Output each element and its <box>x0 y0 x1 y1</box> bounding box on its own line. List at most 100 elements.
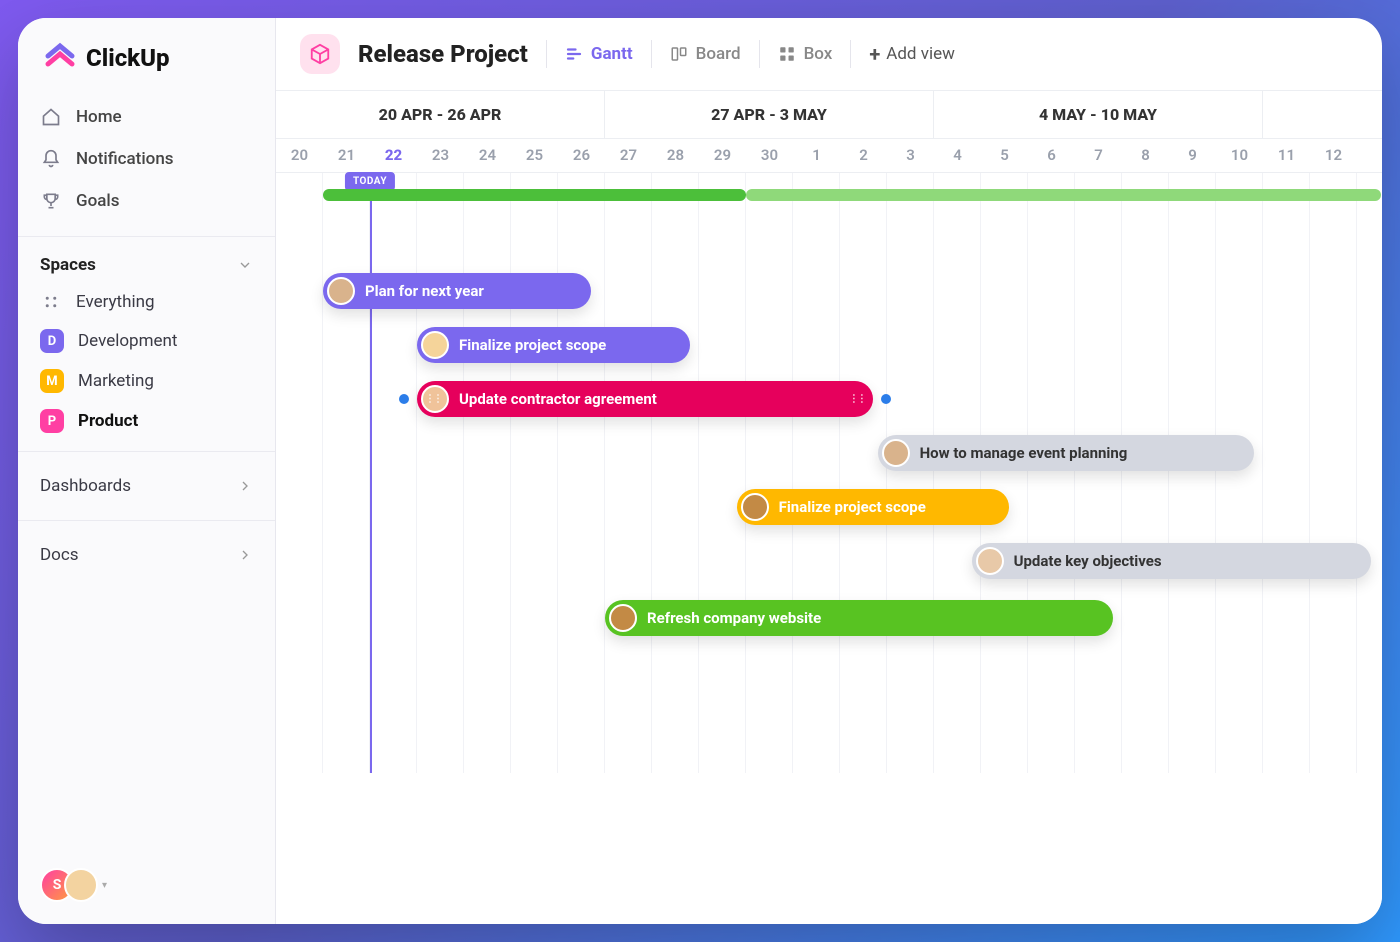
timeline-day[interactable]: 30 <box>746 139 793 172</box>
timeline-day[interactable]: 21 <box>323 139 370 172</box>
bell-icon <box>40 148 62 170</box>
tab-gantt[interactable]: Gantt <box>565 44 633 64</box>
timeline-day[interactable]: 1 <box>793 139 840 172</box>
sidebar-item-docs[interactable]: Docs <box>18 531 275 579</box>
space-label: Marketing <box>78 371 154 391</box>
tab-box[interactable]: Box <box>778 44 833 64</box>
tab-board[interactable]: Board <box>670 44 741 64</box>
spaces-header-label: Spaces <box>40 255 96 275</box>
timeline-day[interactable]: 20 <box>276 139 323 172</box>
docs-label: Docs <box>40 545 79 565</box>
main-area: Release Project Gantt Board Box <box>276 18 1382 924</box>
timeline-week-label: 4 MAY - 10 MAY <box>934 91 1263 138</box>
task-label: How to manage event planning <box>920 444 1128 462</box>
sidebar-item-space-development[interactable]: DDevelopment <box>18 321 275 361</box>
timeline-day[interactable]: 12 <box>1310 139 1357 172</box>
timeline-day[interactable]: 26 <box>558 139 605 172</box>
sidebar: ClickUp Home Notifications Goals <box>18 18 276 924</box>
timeline-week-label: 27 APR - 3 MAY <box>605 91 934 138</box>
timeline-day[interactable]: 5 <box>981 139 1028 172</box>
task-label: Finalize project scope <box>779 498 926 516</box>
timeline-day[interactable]: 4 <box>934 139 981 172</box>
workspace-switcher[interactable]: S ▾ <box>40 868 107 902</box>
everything-label: Everything <box>76 292 155 312</box>
divider <box>18 236 275 237</box>
task-label: Finalize project scope <box>459 336 606 354</box>
task-bar[interactable]: Finalize project scope <box>417 327 690 363</box>
nav-notifications-label: Notifications <box>76 149 174 169</box>
timeline-day[interactable]: 8 <box>1122 139 1169 172</box>
timeline-gridlines <box>276 173 1382 773</box>
timeline-days: 2021222324252627282930123456789101112 <box>276 139 1382 173</box>
task-label: Plan for next year <box>365 282 484 300</box>
sidebar-item-space-marketing[interactable]: M Marketing <box>18 361 275 401</box>
board-icon <box>670 45 688 63</box>
space-badge: M <box>40 369 64 393</box>
task-bar[interactable]: Update key objectives <box>972 543 1372 579</box>
add-view-label: Add view <box>886 44 955 64</box>
tab-box-label: Box <box>804 44 833 64</box>
caret-down-icon: ▾ <box>102 880 107 891</box>
spaces-header[interactable]: Spaces <box>18 247 275 283</box>
timeline-day[interactable]: 3 <box>887 139 934 172</box>
avatar <box>421 331 449 359</box>
chevron-right-icon <box>237 547 253 563</box>
tab-gantt-label: Gantt <box>591 44 633 64</box>
brand-logo[interactable]: ClickUp <box>18 18 275 92</box>
project-icon <box>300 34 340 74</box>
nav-home[interactable]: Home <box>18 96 275 138</box>
clickup-logo-icon <box>44 42 76 74</box>
add-view-button[interactable]: + Add view <box>869 44 955 64</box>
task-bar[interactable]: Update contractor agreement <box>417 381 873 417</box>
home-icon <box>40 106 62 128</box>
space-badge: P <box>40 409 64 433</box>
task-label: Update key objectives <box>1014 552 1162 570</box>
timeline-grid[interactable]: TODAYPlan for next yearFinalize project … <box>276 173 1382 773</box>
timeline-day[interactable]: 7 <box>1075 139 1122 172</box>
space-label: Product <box>78 411 138 431</box>
avatar <box>327 277 355 305</box>
nav-goals[interactable]: Goals <box>18 180 275 222</box>
project-title: Release Project <box>358 40 528 68</box>
timeline-day[interactable]: 22 <box>370 139 417 172</box>
today-marker <box>370 173 372 773</box>
box-grid-icon <box>778 45 796 63</box>
task-bar[interactable]: Finalize project scope <box>737 489 1010 525</box>
sidebar-item-space-product[interactable]: P Product <box>18 401 275 441</box>
divider <box>18 520 275 521</box>
summary-bar[interactable] <box>323 189 746 201</box>
chevron-right-icon <box>237 478 253 494</box>
timeline-day[interactable]: 2 <box>840 139 887 172</box>
nav-notifications[interactable]: Notifications <box>18 138 275 180</box>
task-bar[interactable]: How to manage event planning <box>878 435 1254 471</box>
timeline-day[interactable]: 24 <box>464 139 511 172</box>
sidebar-item-everything[interactable]: Everything <box>18 283 275 321</box>
timeline-day[interactable]: 28 <box>652 139 699 172</box>
timeline-day[interactable]: 9 <box>1169 139 1216 172</box>
task-bar[interactable]: Refresh company website <box>605 600 1113 636</box>
trophy-icon <box>40 190 62 212</box>
timeline-day[interactable]: 23 <box>417 139 464 172</box>
timeline-weeks: 20 APR - 26 APR27 APR - 3 MAY4 MAY - 10 … <box>276 91 1382 139</box>
timeline-day[interactable]: 25 <box>511 139 558 172</box>
brand-name: ClickUp <box>86 44 170 72</box>
timeline-day[interactable]: 10 <box>1216 139 1263 172</box>
nav-home-label: Home <box>76 107 122 127</box>
topbar: Release Project Gantt Board Box <box>276 18 1382 91</box>
timeline-day[interactable]: 6 <box>1028 139 1075 172</box>
divider <box>18 451 275 452</box>
timeline-day[interactable]: 27 <box>605 139 652 172</box>
sidebar-item-dashboards[interactable]: Dashboards <box>18 462 275 510</box>
task-bar[interactable]: Plan for next year <box>323 273 591 309</box>
task-label: Refresh company website <box>647 609 821 627</box>
chevron-down-icon <box>237 257 253 273</box>
dependency-dot[interactable] <box>881 394 891 404</box>
timeline-week-label: 20 APR - 26 APR <box>276 91 605 138</box>
dependency-dot[interactable] <box>399 394 409 404</box>
timeline-day[interactable]: 29 <box>699 139 746 172</box>
avatar <box>741 493 769 521</box>
avatar <box>609 604 637 632</box>
summary-bar[interactable] <box>746 189 1381 201</box>
timeline-day[interactable]: 11 <box>1263 139 1310 172</box>
avatar <box>976 547 1004 575</box>
